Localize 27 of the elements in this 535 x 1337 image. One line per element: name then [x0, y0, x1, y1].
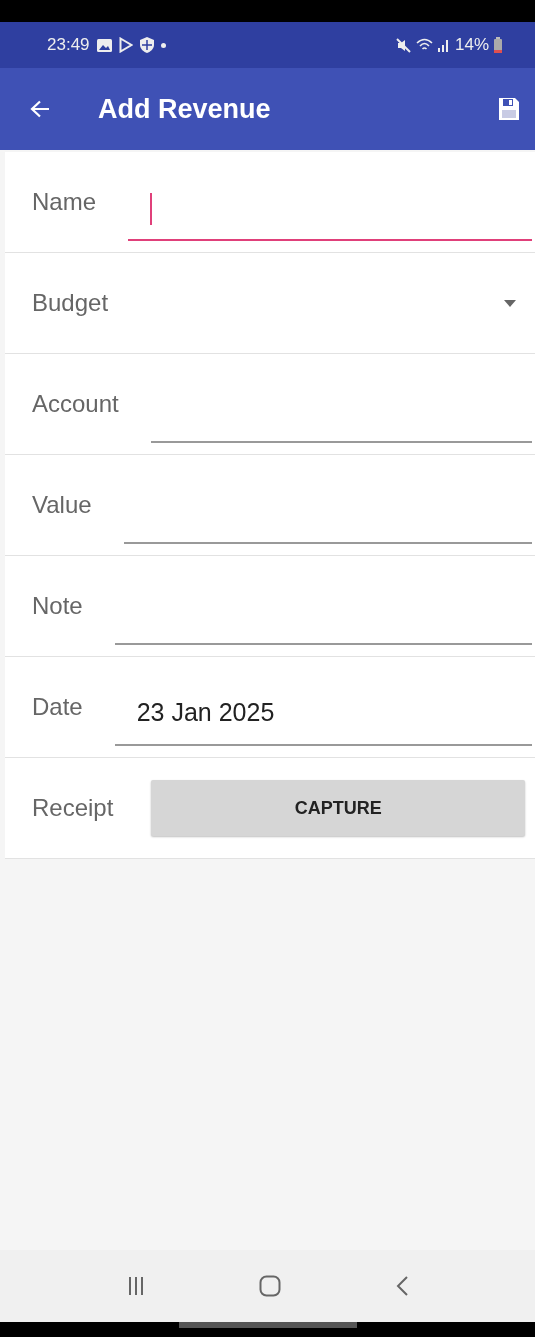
back-icon[interactable] — [395, 1276, 408, 1296]
field-label: Receipt — [32, 794, 114, 822]
screen-title: Add Revenue — [98, 93, 272, 125]
battery-icon — [494, 37, 502, 53]
field-label: Note — [32, 592, 83, 620]
input-field[interactable] — [128, 193, 532, 241]
recent-apps-icon[interactable] — [127, 1277, 144, 1295]
battery-percent: 14% — [454, 35, 489, 55]
field-label: Date — [32, 693, 83, 721]
image-icon — [96, 38, 112, 52]
mute-icon — [395, 37, 411, 53]
status-time: 23:49 — [47, 35, 90, 55]
input-field[interactable]: 23 Jan 2025 — [114, 698, 532, 746]
save-icon[interactable] — [498, 97, 520, 121]
capture-button[interactable]: CAPTURE — [151, 780, 525, 836]
wifi-icon — [415, 38, 433, 52]
signal-icon — [437, 38, 450, 52]
dropdown-arrow-icon[interactable] — [504, 299, 516, 307]
back-arrow-icon[interactable] — [30, 100, 50, 118]
dot-icon — [160, 42, 166, 48]
play-icon — [118, 37, 133, 53]
shield-icon — [139, 37, 154, 53]
field-label: Value — [32, 491, 92, 519]
home-icon[interactable] — [258, 1275, 281, 1297]
field-label: Budget — [32, 289, 109, 317]
field-label: Name — [32, 188, 97, 216]
field-label: Account — [32, 390, 119, 418]
